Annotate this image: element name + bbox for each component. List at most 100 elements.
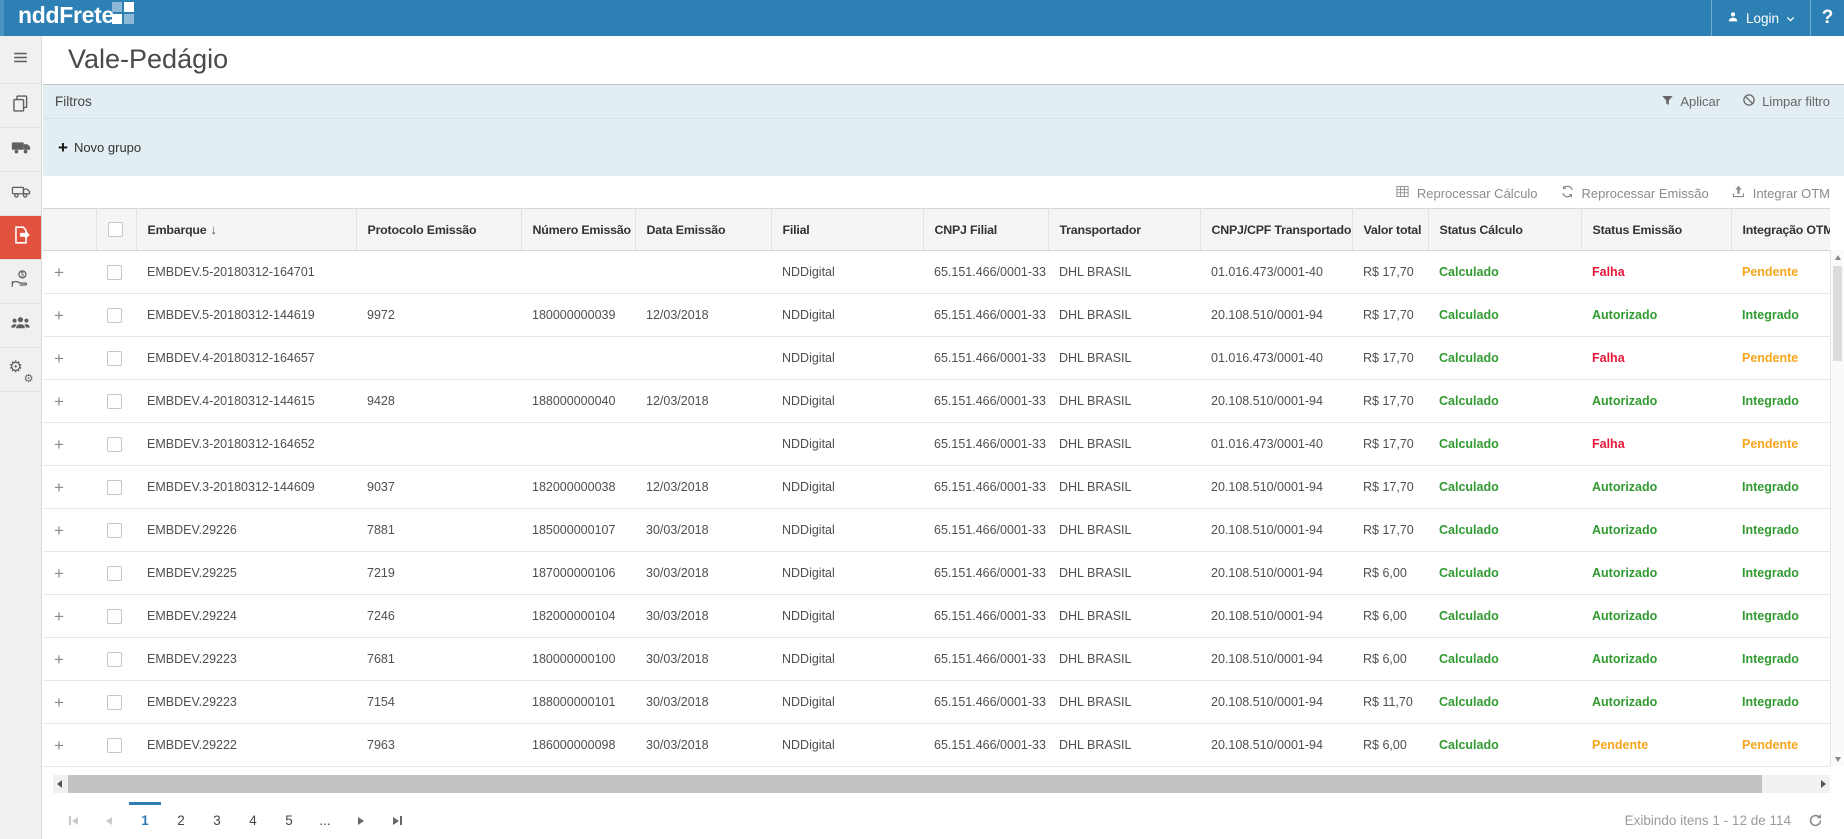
- pager-page-4[interactable]: 4: [235, 807, 271, 835]
- login-menu-button[interactable]: Login: [1712, 0, 1810, 36]
- expand-row-button[interactable]: +: [54, 264, 64, 281]
- cell-cnpj-filial: 65.151.466/0001-33: [923, 681, 1048, 724]
- sidebar-item-delivery-truck[interactable]: [0, 172, 41, 216]
- grid-horizontal-scrollbar[interactable]: [53, 775, 1830, 793]
- row-checkbox[interactable]: [107, 351, 122, 366]
- cell-valor-total: R$ 17,70: [1352, 466, 1428, 509]
- expand-row-button[interactable]: +: [54, 479, 64, 496]
- column-header-protocolo-emissao[interactable]: Protocolo Emissão: [356, 209, 521, 251]
- scroll-down-arrow[interactable]: [1831, 752, 1844, 766]
- row-checkbox[interactable]: [107, 566, 122, 581]
- header-checkbox-cell: [96, 209, 136, 251]
- cell-cnpj-filial: 65.151.466/0001-33: [923, 509, 1048, 552]
- hand-coin-icon: $: [10, 268, 32, 295]
- cell-numero-emissao: 180000000100: [521, 638, 635, 681]
- grid-vertical-scrollbar[interactable]: [1830, 250, 1844, 766]
- column-header-filial[interactable]: Filial: [771, 209, 923, 251]
- row-checkbox[interactable]: [107, 394, 122, 409]
- app-window: nddFrete Login ?: [0, 0, 1844, 839]
- pager-next-button[interactable]: [343, 807, 379, 835]
- column-header-status-emissao[interactable]: Status Emissão: [1581, 209, 1731, 251]
- cell-integracao-otm: Pendente: [1731, 337, 1830, 380]
- scroll-up-arrow[interactable]: [1831, 250, 1844, 264]
- reprocess-calc-button[interactable]: Reprocessar Cálculo: [1395, 184, 1538, 202]
- column-header-transportador[interactable]: Transportador: [1048, 209, 1200, 251]
- checkbox-cell: [96, 638, 136, 681]
- row-checkbox[interactable]: [107, 480, 122, 495]
- sidebar-item-users[interactable]: [0, 304, 41, 348]
- column-header-numero-emissao[interactable]: Número Emissão: [521, 209, 635, 251]
- column-header-cnpj-cpf-transportador[interactable]: CNPJ/CPF Transportador: [1200, 209, 1352, 251]
- scroll-right-arrow[interactable]: [1816, 775, 1830, 793]
- cell-protocolo-emissao: [356, 337, 521, 380]
- pager-page-1[interactable]: 1: [127, 807, 163, 835]
- cell-valor-total: R$ 17,70: [1352, 294, 1428, 337]
- pager-last-button[interactable]: [379, 807, 415, 835]
- sidebar-item-payment[interactable]: $: [0, 260, 41, 304]
- apply-filter-button[interactable]: Aplicar: [1661, 94, 1720, 110]
- pager-summary: Exibindo itens 1 - 12 de 114: [1625, 813, 1791, 828]
- header-expand-cell: [43, 209, 96, 251]
- expand-row-button[interactable]: +: [54, 393, 64, 410]
- cell-valor-total: R$ 6,00: [1352, 552, 1428, 595]
- help-button[interactable]: ?: [1811, 0, 1844, 36]
- cell-cnpj-filial: 65.151.466/0001-33: [923, 595, 1048, 638]
- integrate-otm-button[interactable]: Integrar OTM: [1731, 184, 1830, 202]
- sidebar-item-documents[interactable]: [0, 84, 41, 128]
- cell-data-emissao: 30/03/2018: [635, 595, 771, 638]
- row-checkbox[interactable]: [107, 437, 122, 452]
- column-header-cnpj-filial[interactable]: CNPJ Filial: [923, 209, 1048, 251]
- vertical-scroll-thumb[interactable]: [1833, 266, 1842, 361]
- sidebar-item-truck[interactable]: [0, 128, 41, 172]
- expand-row-button[interactable]: +: [54, 565, 64, 582]
- new-group-button[interactable]: + Novo grupo: [58, 139, 141, 156]
- pager-first-button[interactable]: [55, 807, 91, 835]
- clear-filter-button[interactable]: Limpar filtro: [1742, 93, 1830, 110]
- documents-icon: [10, 93, 31, 119]
- expand-row-button[interactable]: +: [54, 436, 64, 453]
- scroll-left-arrow[interactable]: [52, 775, 66, 793]
- pager-page-2[interactable]: 2: [163, 807, 199, 835]
- row-checkbox[interactable]: [107, 523, 122, 538]
- row-checkbox[interactable]: [107, 695, 122, 710]
- sidebar-item-export[interactable]: [0, 216, 41, 260]
- expand-row-button[interactable]: +: [54, 350, 64, 367]
- column-header-embarque[interactable]: Embarque↓: [136, 209, 356, 251]
- cell-embarque: EMBDEV.5-20180312-144619: [136, 294, 356, 337]
- pager-page-5[interactable]: 5: [271, 807, 307, 835]
- column-header-valor-total[interactable]: Valor total: [1352, 209, 1428, 251]
- pager-more-pages[interactable]: ...: [307, 807, 343, 835]
- column-header-data-emissao[interactable]: Data Emissão: [635, 209, 771, 251]
- expand-cell: +: [43, 380, 96, 423]
- pager-prev-button[interactable]: [91, 807, 127, 835]
- pager-page-3[interactable]: 3: [199, 807, 235, 835]
- expand-row-button[interactable]: +: [54, 608, 64, 625]
- select-all-checkbox[interactable]: [108, 222, 123, 237]
- expand-row-button[interactable]: +: [54, 522, 64, 539]
- refresh-grid-button[interactable]: [1807, 812, 1824, 829]
- column-header-status-calculo[interactable]: Status Cálculo: [1428, 209, 1581, 251]
- expand-cell: +: [43, 638, 96, 681]
- cell-filial: NDDigital: [771, 251, 923, 294]
- expand-row-button[interactable]: +: [54, 694, 64, 711]
- sidebar-item-settings[interactable]: ⚙ ⚙: [0, 348, 41, 392]
- expand-row-button[interactable]: +: [54, 307, 64, 324]
- reprocess-emission-button[interactable]: Reprocessar Emissão: [1560, 184, 1709, 202]
- expand-row-button[interactable]: +: [54, 737, 64, 754]
- calculator-grid-icon: [1395, 184, 1410, 202]
- cell-embarque: EMBDEV.4-20180312-144615: [136, 380, 356, 423]
- cell-transportador: DHL BRASIL: [1048, 337, 1200, 380]
- table-row: + EMBDEV.4-20180312-144615 9428 18800000…: [43, 380, 1830, 423]
- expand-row-button[interactable]: +: [54, 651, 64, 668]
- checkbox-cell: [96, 337, 136, 380]
- cell-numero-emissao: 186000000098: [521, 724, 635, 767]
- row-checkbox[interactable]: [107, 738, 122, 753]
- row-checkbox[interactable]: [107, 652, 122, 667]
- cell-status-calculo: Calculado: [1428, 251, 1581, 294]
- row-checkbox[interactable]: [107, 308, 122, 323]
- column-header-integracao-otm[interactable]: Integração OTM: [1731, 209, 1830, 251]
- sidebar-item-menu[interactable]: [0, 36, 41, 84]
- horizontal-scroll-thumb[interactable]: [68, 775, 1762, 793]
- row-checkbox[interactable]: [107, 265, 122, 280]
- row-checkbox[interactable]: [107, 609, 122, 624]
